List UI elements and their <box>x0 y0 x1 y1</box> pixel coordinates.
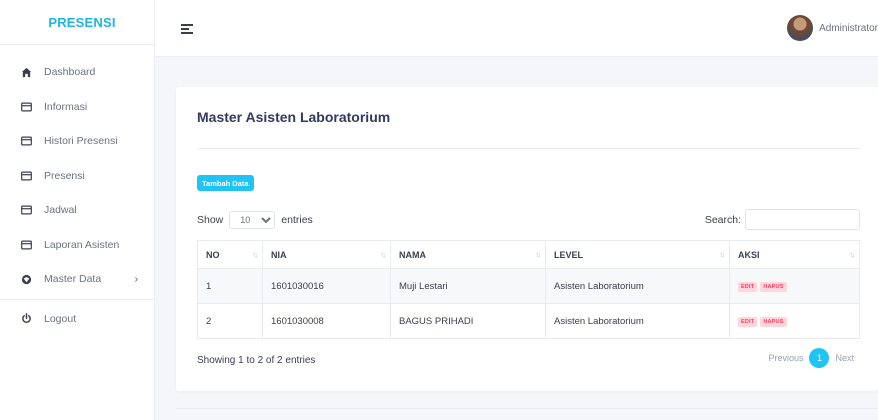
menu-toggle-icon[interactable] <box>181 24 193 34</box>
card-icon <box>20 101 32 113</box>
sidebar-menu: Dashboard Informasi Histori Presensi Pre… <box>0 45 154 336</box>
table-row: 1 1601030016 Muji Lestari Asisten Labora… <box>197 268 860 304</box>
page-1-button[interactable]: 1 <box>809 348 830 368</box>
cell-no: 2 <box>197 303 263 339</box>
search-label: Search: <box>704 213 741 226</box>
table-header-row: NO ↑↓ NIA ↑↓ NAMA ↑↓ LEVEL ↑↓ AKSI ↑↓ <box>197 240 860 269</box>
sidebar-item-label: Presensi <box>44 169 85 182</box>
card-icon <box>20 239 32 251</box>
database-icon <box>20 273 32 285</box>
top-navbar: Administrator <box>155 0 878 57</box>
delete-button[interactable]: HAPUS <box>760 282 787 292</box>
power-icon <box>20 313 32 325</box>
sidebar-item-label: Logout <box>44 312 77 325</box>
sidebar-item-jadwal[interactable]: Jadwal <box>0 193 154 228</box>
sidebar-item-label: Histori Presensi <box>44 135 118 148</box>
edit-button[interactable]: EDIT <box>738 317 758 327</box>
column-header-label: NIA <box>271 249 287 260</box>
column-header-label: NAMA <box>399 249 426 260</box>
column-header-nama[interactable]: NAMA ↑↓ <box>390 240 546 269</box>
sort-icon: ↑↓ <box>252 250 258 259</box>
cell-nia: 1601030008 <box>262 303 391 339</box>
table-row: 2 1601030008 BAGUS PRIHADI Asisten Labor… <box>197 303 860 339</box>
column-header-label: NO <box>206 249 220 260</box>
add-data-button[interactable]: Tambah Data <box>197 175 254 191</box>
previous-page-button[interactable]: Previous <box>768 353 803 363</box>
column-header-level[interactable]: LEVEL ↑↓ <box>545 240 730 269</box>
cell-level: Asisten Laboratorium <box>545 303 730 339</box>
avatar[interactable] <box>787 15 814 41</box>
show-label: Show <box>197 214 224 226</box>
column-header-label: LEVEL <box>554 249 584 260</box>
card-icon <box>20 170 32 182</box>
sidebar-item-laporan-asisten[interactable]: Laporan Asisten <box>0 228 154 263</box>
user-name[interactable]: Administrator <box>819 23 878 34</box>
brand[interactable]: PRESENSI <box>0 0 154 44</box>
sidebar-item-informasi[interactable]: Informasi <box>0 90 154 125</box>
page-title: Master Asisten Laboratorium <box>197 109 391 125</box>
content-card: Master Asisten Laboratorium Tambah Data … <box>176 87 878 391</box>
card-icon <box>20 204 32 216</box>
column-header-aksi[interactable]: AKSI ↑↓ <box>729 240 860 269</box>
home-icon <box>20 66 32 78</box>
sort-icon: ↑↓ <box>535 250 541 259</box>
cell-nia: 1601030016 <box>262 268 391 304</box>
pagination: Previous 1 Next <box>768 348 854 368</box>
sort-icon: ↑↓ <box>719 250 725 259</box>
sidebar: PRESENSI Dashboard Informasi Histori Pre… <box>0 0 155 420</box>
cell-level: Asisten Laboratorium <box>545 268 730 304</box>
sidebar-item-label: Informasi <box>44 100 88 113</box>
table-search: Search: <box>705 209 860 230</box>
edit-button[interactable]: EDIT <box>738 282 758 292</box>
cell-aksi: EDIT HAPUS <box>729 303 860 339</box>
cell-aksi: EDIT HAPUS <box>729 268 860 304</box>
cell-nama: BAGUS PRIHADI <box>390 303 546 339</box>
sidebar-item-label: Master Data <box>44 273 102 286</box>
search-input[interactable] <box>745 209 860 230</box>
brand-label[interactable]: PRESENSI <box>48 15 115 30</box>
data-table: NO ↑↓ NIA ↑↓ NAMA ↑↓ LEVEL ↑↓ AKSI ↑↓ 1 16010… <box>197 240 860 339</box>
divider <box>0 298 154 300</box>
column-header-nia[interactable]: NIA ↑↓ <box>262 240 391 269</box>
sidebar-item-logout[interactable]: Logout <box>0 302 154 337</box>
entries-length-control: Show 10 entries <box>197 211 313 229</box>
entries-select[interactable]: 10 <box>229 211 276 229</box>
cell-no: 1 <box>197 268 263 304</box>
sidebar-item-label: Jadwal <box>44 204 77 217</box>
table-info: Showing 1 to 2 of 2 entries <box>197 355 316 366</box>
cell-nama: Muji Lestari <box>390 268 546 304</box>
card-icon <box>20 135 32 147</box>
sidebar-item-histori-presensi[interactable]: Histori Presensi <box>0 124 154 159</box>
sort-icon: ↑↓ <box>849 250 855 259</box>
column-header-no[interactable]: NO ↑↓ <box>197 240 263 269</box>
divider <box>197 148 860 149</box>
chevron-right-icon: › <box>134 273 138 285</box>
user-menu[interactable]: Administrator <box>787 15 878 41</box>
sidebar-item-label: Laporan Asisten <box>44 238 120 251</box>
sidebar-item-presensi[interactable]: Presensi <box>0 159 154 194</box>
sidebar-item-label: Dashboard <box>44 66 96 79</box>
column-header-label: AKSI <box>738 249 760 260</box>
entries-label: entries <box>281 214 313 226</box>
sidebar-item-dashboard[interactable]: Dashboard <box>0 55 154 90</box>
footer-divider <box>176 408 878 409</box>
sort-icon: ↑↓ <box>380 250 386 259</box>
sidebar-item-master-data[interactable]: Master Data › <box>0 262 154 297</box>
next-page-button[interactable]: Next <box>835 353 854 363</box>
delete-button[interactable]: HAPUS <box>760 317 787 327</box>
